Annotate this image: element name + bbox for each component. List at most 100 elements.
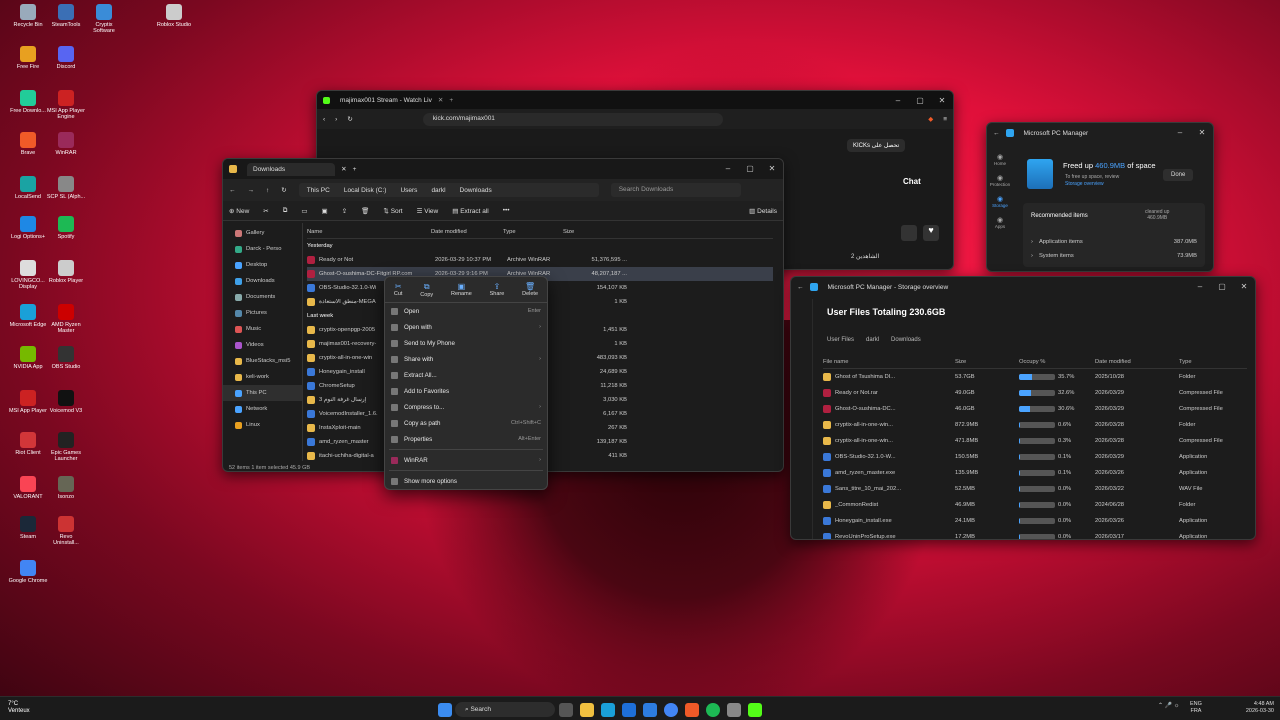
- view-button[interactable]: ☰ View: [417, 207, 439, 215]
- close-tab-icon[interactable]: ✕: [438, 96, 443, 104]
- col-file-name[interactable]: File name: [823, 359, 955, 365]
- storage-row[interactable]: OBS-Studio-32.1.0-W... 150.5MB 0.1% 2026/03…: [823, 449, 1247, 465]
- settings-icon[interactable]: [726, 702, 741, 717]
- clock[interactable]: 4:48 AM 2026-03-30: [1236, 701, 1274, 714]
- desktop-icon[interactable]: Logi Options+: [8, 216, 48, 240]
- menu-item-open[interactable]: Open Enter: [385, 303, 547, 319]
- mail-icon[interactable]: [621, 702, 636, 717]
- desktop-icon[interactable]: Isonzo: [46, 476, 86, 500]
- forward-icon[interactable]: ›: [335, 116, 337, 123]
- quick-share-button[interactable]: ⇪ Share: [490, 282, 505, 297]
- desktop-icon[interactable]: Google Chrome: [8, 560, 48, 584]
- file-explorer-icon[interactable]: [579, 702, 594, 717]
- desktop-icon[interactable]: OBS Studio: [46, 346, 86, 370]
- quick-copy-button[interactable]: ⧉ Copy: [420, 282, 433, 298]
- nav-item[interactable]: Gallery: [223, 225, 302, 241]
- back-icon[interactable]: ←: [229, 187, 236, 194]
- notification-bell-icon[interactable]: [901, 225, 917, 241]
- menu-item-send-to-my-phone[interactable]: Send to My Phone: [385, 335, 547, 351]
- desktop-icon[interactable]: Free Fire: [8, 46, 48, 70]
- menu-icon[interactable]: ≡: [943, 116, 947, 123]
- desktop-icon[interactable]: MSI App Player: [8, 390, 48, 414]
- recommended-item[interactable]: › System items 73.9MB: [1023, 249, 1205, 263]
- nav-item[interactable]: Pictures: [223, 305, 302, 321]
- file-row[interactable]: Ready or Not 2026-03-29 10:37 PM Archive W…: [307, 253, 773, 267]
- desktop-icon[interactable]: Cryptix Software: [84, 4, 124, 34]
- storage-row[interactable]: _CommonRedist 46.9MB 0.0% 2024/06/28 Folder: [823, 497, 1247, 513]
- breadcrumb[interactable]: This PC Local Disk (C:) Users darkl Download…: [298, 183, 599, 197]
- maximize-icon[interactable]: ▢: [1211, 277, 1233, 295]
- language-indicator[interactable]: ENG FRA: [1190, 701, 1202, 714]
- minimize-icon[interactable]: –: [1189, 277, 1211, 295]
- new-tab-icon[interactable]: +: [353, 166, 357, 173]
- col-size[interactable]: Size: [955, 359, 1019, 365]
- breadcrumb-item[interactable]: User Files: [827, 337, 854, 343]
- new-tab-icon[interactable]: +: [449, 97, 453, 104]
- desktop-icon[interactable]: SCP SL (Alph...: [46, 176, 86, 200]
- store-icon[interactable]: [642, 702, 657, 717]
- desktop-icon[interactable]: Brave: [8, 132, 48, 156]
- heart-icon[interactable]: ♥: [923, 225, 939, 241]
- nav-item[interactable]: Videos: [223, 337, 302, 353]
- delete-icon[interactable]: 🗑: [361, 207, 369, 215]
- storage-row[interactable]: cryptix-all-in-one-win... 872.9MB 0.6% 2026…: [823, 417, 1247, 433]
- close-icon[interactable]: ✕: [1233, 277, 1255, 295]
- storage-row[interactable]: amd_ryzen_master.exe 135.9MB 0.1% 2026/03/2…: [823, 465, 1247, 481]
- edge-icon[interactable]: [600, 702, 615, 717]
- storage-row[interactable]: Ghost-O-sushima-DC... 46.0GB 30.6% 2026/03/…: [823, 401, 1247, 417]
- nav-item[interactable]: Network: [223, 401, 302, 417]
- task-view-icon[interactable]: [558, 702, 573, 717]
- address-bar[interactable]: kick.com/majimax001: [422, 112, 723, 126]
- up-icon[interactable]: ↑: [266, 187, 269, 194]
- storage-row[interactable]: Ghost of Tsushima DI... 53.7GB 35.7% 2025/1…: [823, 369, 1247, 385]
- pcm-nav-home[interactable]: ◉ Home: [987, 153, 1013, 166]
- nav-item[interactable]: Music: [223, 321, 302, 337]
- col-type[interactable]: Type: [503, 229, 563, 235]
- close-icon[interactable]: ✕: [761, 159, 783, 177]
- sort-button[interactable]: ⇅ Sort: [383, 207, 402, 215]
- col-size[interactable]: Size: [563, 229, 623, 235]
- menu-item-show-more[interactable]: Show more options: [385, 473, 547, 489]
- desktop-icon[interactable]: Spotify: [46, 216, 86, 240]
- desktop-icon[interactable]: LocalSend: [8, 176, 48, 200]
- new-button[interactable]: ⊕ New: [229, 207, 249, 215]
- recommended-item[interactable]: › Application items 387.0MB: [1023, 235, 1205, 249]
- desktop-icon[interactable]: Epic Games Launcher: [46, 432, 86, 462]
- storage-row[interactable]: Ready or Not.rar 49.0GB 32.6% 2026/03/29 Com…: [823, 385, 1247, 401]
- col-occupy[interactable]: Occupy %: [1019, 359, 1095, 365]
- breadcrumb-item[interactable]: Users: [400, 187, 417, 194]
- desktop-icon[interactable]: VALORANT: [8, 476, 48, 500]
- desktop-icon[interactable]: LOVINGCO... Display: [8, 260, 48, 290]
- col-date-modified[interactable]: Date modified: [1095, 359, 1179, 365]
- pcm-nav-apps[interactable]: ◉ Apps: [987, 216, 1013, 229]
- desktop-icon[interactable]: Steam: [8, 516, 48, 540]
- storage-overview-link[interactable]: Storage overview: [1065, 181, 1104, 187]
- menu-item-winrar[interactable]: WinRAR ›: [385, 452, 547, 468]
- menu-item-compress-to[interactable]: Compress to... ›: [385, 399, 547, 415]
- nav-item[interactable]: Linux: [223, 417, 302, 433]
- col-name[interactable]: Name: [307, 229, 431, 235]
- menu-item-add-to-favorites[interactable]: Add to Favorites: [385, 383, 547, 399]
- explorer-tab[interactable]: Downloads: [247, 162, 336, 176]
- chat-button[interactable]: Chat: [903, 177, 921, 186]
- desktop-icon[interactable]: Revo Uninstall...: [46, 516, 86, 546]
- done-button[interactable]: Done: [1163, 169, 1194, 181]
- share-icon[interactable]: ⇪: [342, 207, 347, 215]
- desktop-icon[interactable]: Voicemod V3: [46, 390, 86, 414]
- nav-item[interactable]: BlueStacks_msi5: [223, 353, 302, 369]
- quick-cut-button[interactable]: ✂ Cut: [394, 282, 403, 297]
- search-input[interactable]: Search Downloads: [610, 183, 741, 197]
- group-header[interactable]: Yesterday: [307, 239, 773, 253]
- back-icon[interactable]: ←: [993, 130, 1000, 137]
- nav-item[interactable]: Downloads: [223, 273, 302, 289]
- browser-tab[interactable]: majimax001 Stream - Watch Liv: [340, 97, 432, 104]
- storage-row[interactable]: RevoUninProSetup.exe 17.2MB 0.0% 2026/03/17…: [823, 529, 1247, 539]
- desktop-icon[interactable]: Roblox Player: [46, 260, 86, 284]
- spotify-icon[interactable]: [705, 702, 720, 717]
- get-kicks-button[interactable]: KICKs تحصل على: [847, 139, 906, 152]
- col-date[interactable]: Date modified: [431, 229, 503, 235]
- start-icon[interactable]: [437, 702, 452, 717]
- desktop-icon[interactable]: Discord: [46, 46, 86, 70]
- kick-taskbar-icon[interactable]: [747, 702, 762, 717]
- copy-icon[interactable]: ⧉: [283, 207, 288, 215]
